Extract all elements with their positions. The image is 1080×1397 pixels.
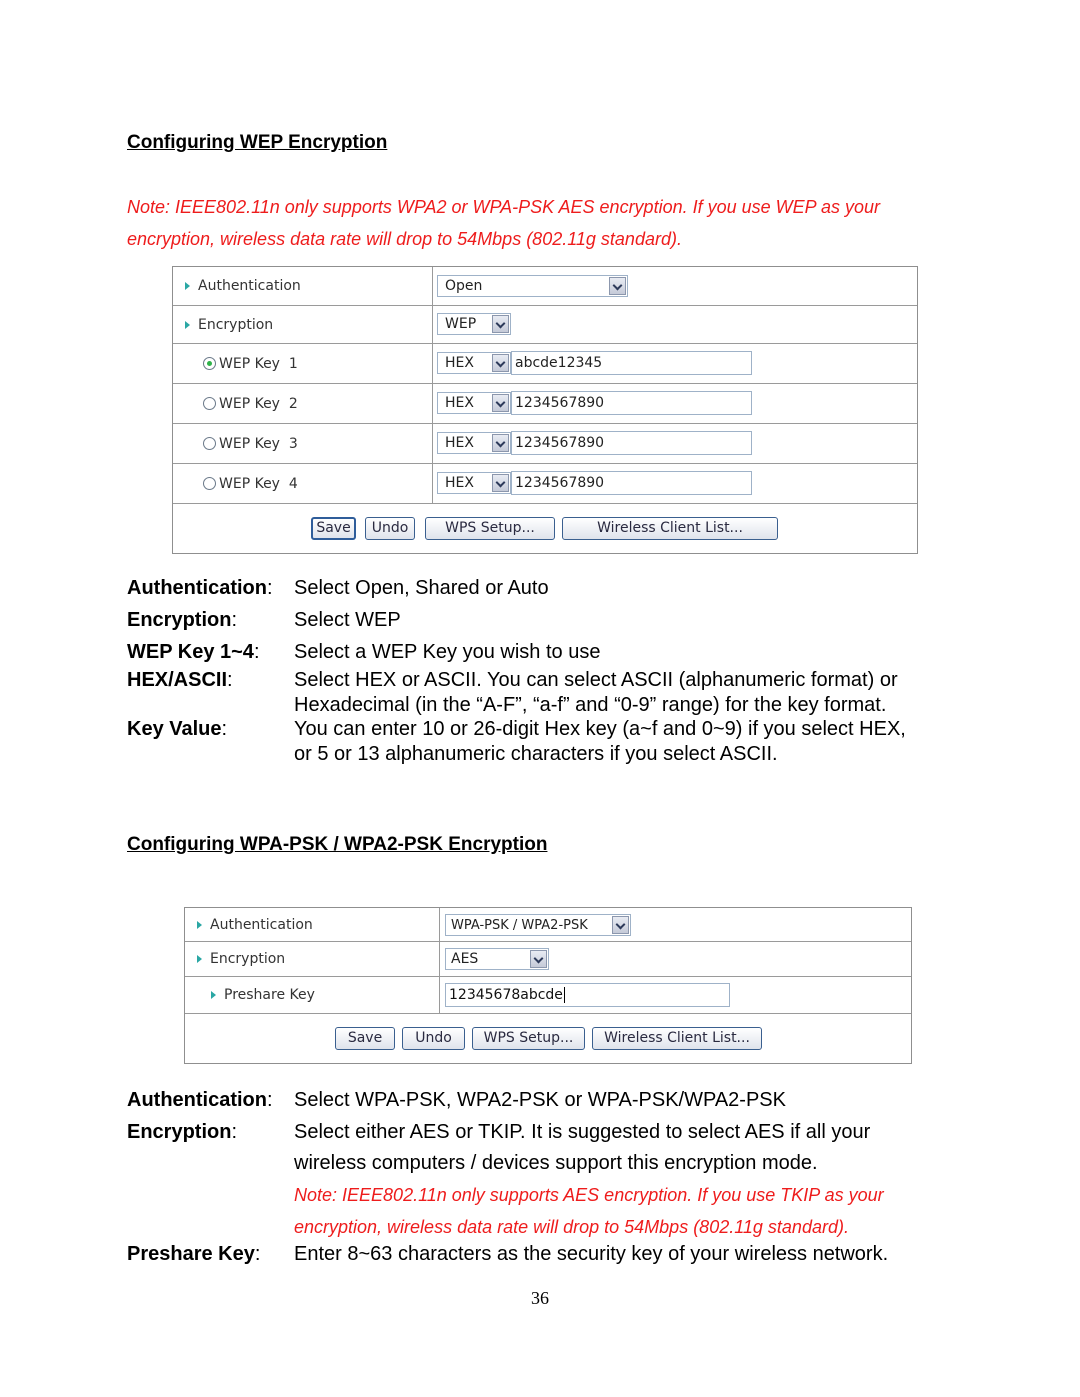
description-label: Preshare Key [127, 1243, 255, 1265]
wep-key-1-radio[interactable] [203, 357, 216, 370]
authentication-label: Authentication [210, 916, 313, 933]
description-text: Select WEP [294, 609, 401, 631]
chevron-down-icon[interactable] [492, 394, 509, 412]
encryption-select[interactable]: WEP [437, 313, 511, 335]
authentication-select[interactable]: Open [437, 275, 628, 297]
arrow-right-icon [197, 955, 202, 963]
wpa-note-line2: encryption, wireless data rate will drop… [294, 1217, 849, 1237]
wep-key-2-radio[interactable] [203, 397, 216, 410]
authentication-value: WPA-PSK / WPA2-PSK [451, 918, 588, 933]
preshare-key-label: Preshare Key [224, 987, 315, 1003]
authentication-value: Open [445, 278, 483, 294]
wep-key-2-input[interactable]: 1234567890 [511, 391, 752, 415]
wps-setup-button[interactable]: WPS Setup... [425, 517, 555, 540]
wep-key-label: WEP Key 3 [219, 435, 298, 452]
description-text: Hexadecimal (in the “A-F”, “a-f” and “0-… [294, 694, 887, 716]
wep-key-row-2: WEP Key 2 HEX 1234567890 [173, 384, 917, 424]
authentication-select[interactable]: WPA-PSK / WPA2-PSK [445, 914, 631, 936]
wep-key-1-input[interactable]: abcde12345 [511, 351, 752, 375]
chevron-down-icon[interactable] [530, 950, 547, 968]
wep-key-row-1: WEP Key 1 HEX abcde12345 [173, 344, 917, 384]
encryption-row: Encryption WEP [173, 306, 917, 344]
wep-note-line1: Note: IEEE802.11n only supports WPA2 or … [127, 197, 881, 217]
preshare-key-row: Preshare Key 12345678abcde [185, 977, 911, 1014]
description-label: Encryption [127, 1121, 232, 1143]
wpa-descriptions: Authentication: Select WPA-PSK, WPA2-PSK… [127, 1089, 889, 1265]
description-text: Enter 8~63 characters as the security ke… [294, 1243, 889, 1265]
chevron-down-icon[interactable] [492, 474, 509, 492]
encryption-row: Encryption AES [185, 942, 911, 977]
wep-key-label: WEP Key 4 [219, 475, 298, 492]
wep-descriptions: Authentication: Select Open, Shared or A… [127, 577, 906, 765]
authentication-label: Authentication [198, 278, 301, 294]
save-button[interactable]: Save [335, 1027, 395, 1050]
wep-note: Note: IEEE802.11n only supports WPA2 or … [127, 191, 880, 255]
wep-key-2-format-select[interactable]: HEX [437, 392, 511, 414]
encryption-label: Encryption [198, 316, 274, 333]
authentication-row: Authentication WPA-PSK / WPA2-PSK [185, 908, 911, 942]
wep-key-1-format-select[interactable]: HEX [437, 352, 511, 374]
encryption-select[interactable]: AES [445, 948, 549, 970]
description-text: You can enter 10 or 26-digit Hex key (a~… [294, 718, 906, 740]
chevron-down-icon[interactable] [492, 315, 509, 333]
description-text: Select WPA-PSK, WPA2-PSK or WPA-PSK/WPA2… [294, 1089, 786, 1111]
encryption-value: WEP [445, 316, 477, 332]
wep-key-label: WEP Key 1 [219, 355, 298, 372]
wep-key-row-4: WEP Key 4 HEX 1234567890 [173, 464, 917, 504]
wep-note-line2: encryption, wireless data rate will drop… [127, 229, 682, 249]
description-text: Select HEX or ASCII. You can select ASCI… [294, 669, 898, 691]
description-label: Encryption [127, 609, 232, 631]
wps-setup-button[interactable]: WPS Setup... [472, 1027, 585, 1050]
wep-key-3-radio[interactable] [203, 437, 216, 450]
wpa-settings-panel: Authentication WPA-PSK / WPA2-PSK Encryp… [184, 907, 912, 1064]
arrow-right-icon [197, 920, 202, 929]
page-number: 36 [531, 1288, 549, 1308]
wep-key-4-input[interactable]: 1234567890 [511, 471, 752, 495]
wpa-note-line1: Note: IEEE802.11n only supports AES encr… [294, 1185, 884, 1205]
wep-section-title: Configuring WEP Encryption [127, 132, 388, 153]
save-button[interactable]: Save [311, 517, 356, 540]
description-text: wireless computers / devices support thi… [294, 1152, 818, 1174]
preshare-key-input[interactable]: 12345678abcde [445, 983, 730, 1007]
description-label: Authentication [127, 1089, 267, 1111]
description-label: HEX/ASCII [127, 669, 228, 691]
description-label: Authentication [127, 577, 267, 599]
authentication-row: Authentication Open [173, 267, 917, 306]
description-text: Select a WEP Key you wish to use [294, 641, 601, 663]
wpa-note: Note: IEEE802.11n only supports AES encr… [294, 1179, 884, 1243]
wireless-client-list-button[interactable]: Wireless Client List... [562, 517, 778, 540]
text-caret [563, 987, 565, 1003]
description-label: WEP Key 1~4 [127, 641, 254, 663]
wpa-section-title: Configuring WPA-PSK / WPA2-PSK Encryptio… [127, 834, 548, 855]
arrow-right-icon [211, 991, 216, 999]
description-label: Key Value [127, 718, 222, 740]
undo-button[interactable]: Undo [402, 1027, 465, 1050]
chevron-down-icon[interactable] [492, 434, 509, 452]
wep-key-label: WEP Key 2 [219, 395, 298, 412]
chevron-down-icon[interactable] [612, 916, 629, 934]
wep-key-3-format-select[interactable]: HEX [437, 432, 511, 454]
arrow-right-icon [185, 320, 190, 329]
description-text: Select either AES or TKIP. It is suggest… [294, 1121, 871, 1143]
wep-key-4-radio[interactable] [203, 477, 216, 490]
chevron-down-icon[interactable] [609, 277, 626, 295]
description-text: or 5 or 13 alphanumeric characters if yo… [294, 743, 778, 765]
arrow-right-icon [185, 282, 190, 290]
undo-button[interactable]: Undo [365, 517, 415, 540]
wep-key-4-format-select[interactable]: HEX [437, 472, 511, 494]
encryption-label: Encryption [210, 951, 286, 967]
chevron-down-icon[interactable] [492, 354, 509, 372]
encryption-value: AES [451, 951, 479, 967]
wep-settings-panel: Authentication Open Encryption WEP WEP K… [172, 266, 918, 554]
wep-key-3-input[interactable]: 1234567890 [511, 431, 752, 455]
description-text: Select Open, Shared or Auto [294, 577, 549, 599]
wireless-client-list-button[interactable]: Wireless Client List... [592, 1027, 762, 1050]
wep-key-row-3: WEP Key 3 HEX 1234567890 [173, 424, 917, 464]
